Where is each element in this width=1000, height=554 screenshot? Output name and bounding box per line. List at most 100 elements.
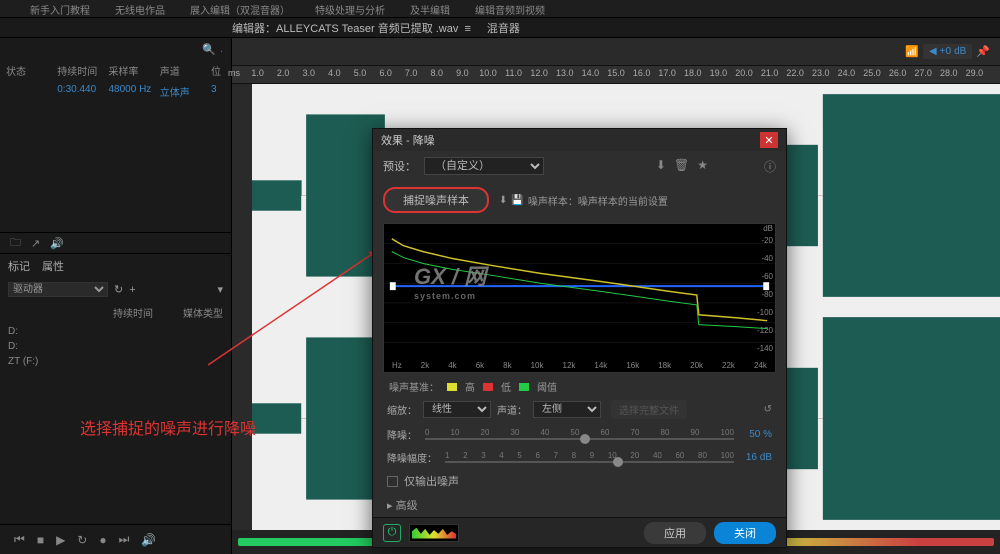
search-icon[interactable]: 🔍 [202,43,216,56]
save-preset-icon[interactable]: ⬇ [656,158,666,175]
menu-item[interactable]: 无线电作品 [115,2,165,15]
capture-noise-button[interactable]: 捕捉噪声样本 [383,187,489,213]
ruler-tick: 8.0 [431,68,444,78]
preview-spectrum[interactable] [409,524,459,542]
time-ruler[interactable]: ms 1.02.03.04.05.06.07.08.09.010.011.012… [232,66,1000,84]
vol-value: +0 [940,46,951,57]
vol-unit: dB [954,46,966,57]
ruler-tick: 18.0 [684,68,702,78]
ruler-tick: 15.0 [607,68,625,78]
watermark: GX / 网 system.com [414,259,486,301]
ruler-tick: 27.0 [914,68,932,78]
list-item[interactable]: D: [0,324,231,339]
help-icon[interactable]: ⓘ [764,158,776,175]
dialog-footer: ⏻ 应用 关闭 [373,517,786,547]
open-icon[interactable]: ↗ [31,237,40,250]
amount-value[interactable]: 16 dB [742,452,772,463]
scale-label: 缩放： [387,402,417,417]
vol-triangle-icon: ◀ [929,46,937,57]
cell-channels: 立体声 [160,84,211,99]
col-duration[interactable]: 持续时间 [57,63,108,78]
panel-toolbar: 🗀 ↗ 🔊 [0,232,231,254]
dialog-titlebar[interactable]: 效果 - 降噪 ✕ [373,129,786,151]
loop-button[interactable]: ↻ [77,533,87,547]
ruler-tick: 11.0 [505,68,522,78]
close-icon[interactable]: ✕ [760,132,778,148]
channel-label: 声道： [497,402,527,417]
ruler-tick: 19.0 [710,68,728,78]
noise-spectrum-graph[interactable]: GX / 网 system.com dB Hz 2k4k 6k8k 10k12k… [383,223,776,373]
driver-select[interactable]: 驱动器 [8,282,108,297]
menu-item[interactable]: 编辑音频到视频 [475,2,545,15]
channel-select[interactable]: 左侧 [533,401,601,418]
output-noise-label: 仅输出噪声 [404,473,459,489]
folder-icon[interactable]: 🗀 [10,234,21,253]
list-item[interactable]: D: [0,339,231,354]
favorite-icon[interactable]: ★ [697,158,708,175]
editor-toolbar: 📶 ◀ +0 dB 📌 [232,38,1000,66]
reduce-value[interactable]: 50 % [742,429,772,440]
file-row[interactable]: 0:30.440 48000 Hz 立体声 3 [0,81,231,102]
play-button[interactable]: ▶ [56,533,65,547]
tab-menu-icon[interactable]: ≡ [465,23,471,35]
close-button[interactable]: 关闭 [714,522,776,544]
menu-item[interactable]: 及半编辑 [410,2,450,15]
cell-rate: 48000 Hz [109,84,160,99]
signal-icon[interactable]: 📶 [905,45,919,58]
ruler-tick: 7.0 [405,68,418,78]
mixer-tab[interactable]: 混音器 [487,20,520,36]
reset-icon[interactable]: ↺ [764,404,772,415]
editor-tab[interactable]: 编辑器：ALLEYCATS Teaser 音频已提取 .wav ≡ [232,20,471,36]
ruler-tick: 25.0 [863,68,881,78]
col-channels[interactable]: 声道 [160,63,211,78]
amount-slider[interactable]: 12 34 56 78 910 2040 6080 100 [445,451,734,465]
ruler-tick: 13.0 [556,68,574,78]
scale-select[interactable]: 线性 [423,401,491,418]
db-tick: -80 [761,290,773,299]
next-button[interactable]: ⏭ [119,532,130,547]
plus-icon[interactable]: + [129,284,135,296]
col2-type[interactable]: 媒体类型 [183,305,223,320]
top-menu[interactable]: 新手入门教程 无线电作品 展入编辑（双混音器） 特级处理与分析 及半编辑 编辑音… [0,0,1000,18]
pin-icon[interactable]: 📌 [976,45,990,58]
noise-sample-label: 噪声样本：噪声样本的当前设置 [528,193,668,208]
list-item[interactable]: ZT (F:) [0,354,231,369]
col-state[interactable]: 状态 [6,63,57,78]
ruler-tick: 5.0 [354,68,367,78]
noise-floor-legend: 噪声基准： 高 低 阈值 [373,377,786,396]
select-entire-file-button[interactable]: 选择完整文件 [611,400,687,419]
ruler-tick: 2.0 [277,68,290,78]
volume-icon[interactable]: 🔊 [141,533,156,547]
reduce-slider[interactable]: 010 2030 4050 6070 8090 100 [425,428,734,442]
tab-markers[interactable]: 标记 [8,258,30,274]
db-tick: -60 [761,272,773,281]
search-dot: . [220,43,223,55]
menu-item[interactable]: 展入编辑（双混音器） [190,2,290,15]
filter-icon[interactable]: ▾ [217,283,223,296]
advanced-toggle[interactable]: ▸ 高级 [373,493,786,517]
track-gutter [232,84,252,530]
rec-button[interactable]: ● [99,533,106,547]
menu-item[interactable]: 特级处理与分析 [315,2,385,15]
prev-button[interactable]: ⏮ [14,532,25,547]
power-toggle[interactable]: ⏻ [383,524,401,542]
apply-button[interactable]: 应用 [644,522,706,544]
volume-chip[interactable]: ◀ +0 dB [923,44,972,59]
col2-duration[interactable]: 持续时间 [113,305,153,320]
load-icon[interactable]: ⬇ [499,195,507,206]
output-noise-checkbox[interactable] [387,476,398,487]
reduce-label: 降噪： [387,427,417,442]
db-tick: -40 [761,254,773,263]
audio-icon[interactable]: 🔊 [50,237,64,250]
menu-item[interactable]: 新手入门教程 [30,2,90,15]
tab-properties[interactable]: 属性 [42,258,64,274]
delete-preset-icon[interactable]: 🗑 [674,158,689,175]
col-bit[interactable]: 位 [211,63,225,78]
ruler-tick: 1.0 [251,68,264,78]
preset-select[interactable]: （自定义） [424,157,544,175]
disk-icon[interactable]: 💾 [511,195,523,206]
cell-duration: 0:30.440 [57,84,108,99]
stop-button[interactable]: ■ [37,533,44,547]
col-rate[interactable]: 采样率 [109,63,160,78]
refresh-icon[interactable]: ↻ [114,283,123,296]
